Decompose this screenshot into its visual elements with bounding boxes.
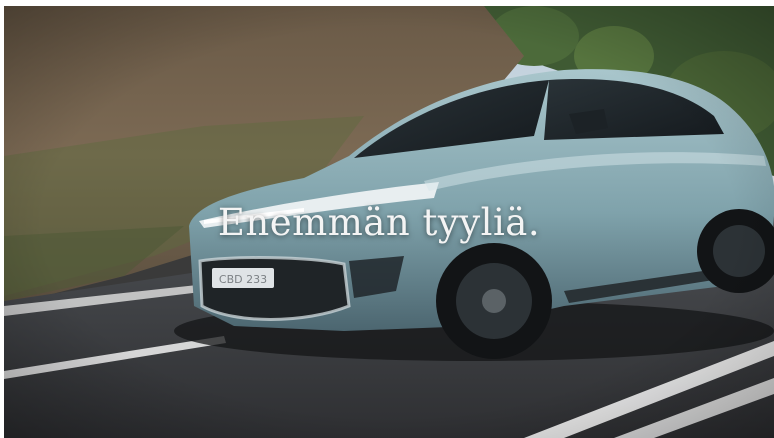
video-caption: Enemmän tyyliä. (217, 201, 541, 244)
video-player[interactable]: CBD 233 Enemmän tyyliä. (4, 6, 774, 438)
video-frame: CBD 233 Enemmän tyyliä. (0, 0, 774, 438)
